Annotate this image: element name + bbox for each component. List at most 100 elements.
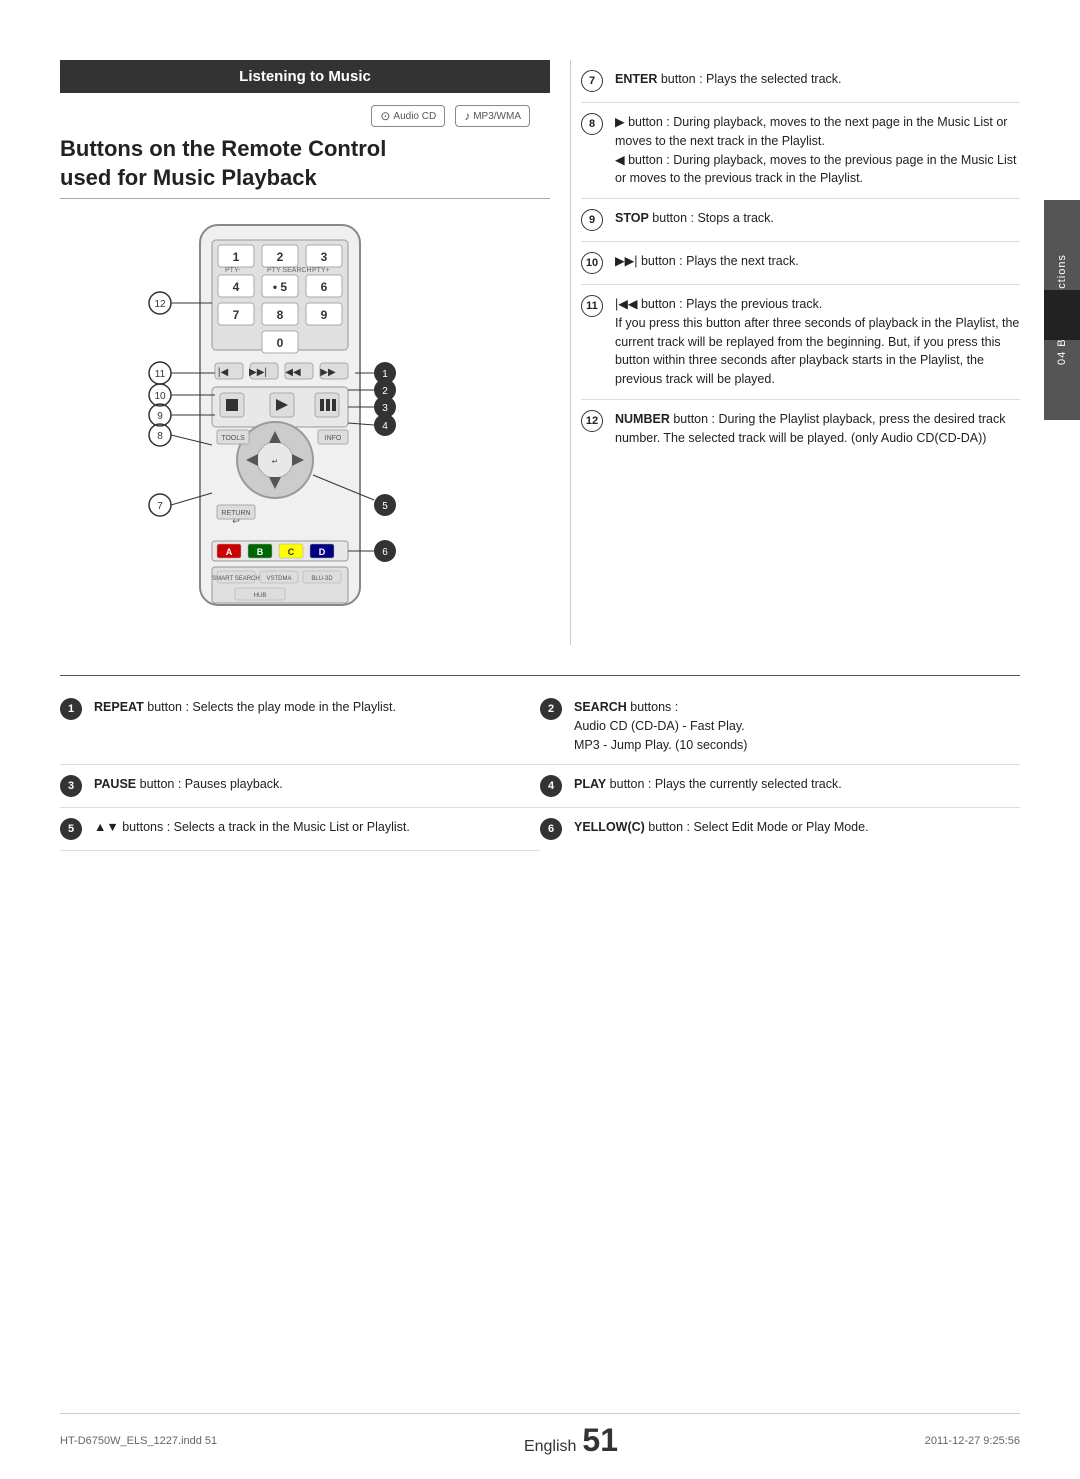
right-item-number: 10: [581, 252, 603, 274]
svg-text:0: 0: [277, 336, 284, 350]
bottom-items-container: 1 REPEAT button : Selects the play mode i…: [60, 688, 1020, 851]
bottom-item: 5 ▲▼ buttons : Selects a track in the Mus…: [60, 808, 540, 851]
footer-left: HT-D6750W_ELS_1227.indd 51: [60, 1435, 217, 1447]
right-item: 9 STOP button : Stops a track.: [581, 199, 1020, 242]
bottom-item: 2 SEARCH buttons :Audio CD (CD-DA) - Fast…: [540, 688, 1020, 765]
section-header: Listening to Music: [60, 60, 550, 93]
footer-language: English: [524, 1438, 576, 1456]
svg-text:2: 2: [382, 386, 388, 397]
right-item: 12 NUMBER button : During the Playlist pl…: [581, 400, 1020, 458]
right-item-text: ENTER button : Plays the selected track.: [615, 70, 1020, 89]
right-item-text: ▶▶| button : Plays the next track.: [615, 252, 1020, 271]
bottom-item-number: 5: [60, 818, 82, 840]
footer: HT-D6750W_ELS_1227.indd 51 English 51 20…: [60, 1413, 1020, 1459]
svg-text:8: 8: [277, 308, 284, 322]
top-section: Listening to Music ⊙ Audio CD ♪ MP3/WMA …: [60, 60, 1020, 645]
bottom-item-number: 1: [60, 698, 82, 720]
bottom-item: 6 YELLOW(C) button : Select Edit Mode or …: [540, 808, 1020, 851]
svg-text:D: D: [319, 547, 326, 557]
remote-svg: 1 2 3 PTY- PTY SEARCH PTY+ 4 • 5: [60, 215, 540, 645]
bottom-item-text: ▲▼ buttons : Selects a track in the Musi…: [94, 818, 524, 837]
svg-text:A: A: [226, 547, 233, 557]
page-container: 04 Basic Functions Listening to Music ⊙ …: [0, 0, 1080, 1479]
bottom-item-number: 4: [540, 775, 562, 797]
left-column: Listening to Music ⊙ Audio CD ♪ MP3/WMA …: [60, 60, 550, 645]
right-item-text: STOP button : Stops a track.: [615, 209, 1020, 228]
svg-text:B: B: [257, 547, 264, 557]
bottom-item: 4 PLAY button : Plays the currently selec…: [540, 765, 1020, 808]
icons-row: ⊙ Audio CD ♪ MP3/WMA: [60, 105, 550, 127]
section-header-text: Listening to Music: [239, 68, 371, 85]
heading-line1: Buttons on the Remote Control: [60, 136, 386, 161]
svg-text:11: 11: [155, 369, 166, 380]
bottom-item-number: 2: [540, 698, 562, 720]
svg-text:▶▶|: ▶▶|: [249, 367, 267, 378]
svg-text:9: 9: [321, 308, 328, 322]
svg-text:3: 3: [321, 250, 328, 264]
svg-text:TOOLS: TOOLS: [221, 435, 245, 442]
svg-text:↩: ↩: [232, 516, 240, 526]
svg-text:HUB: HUB: [254, 593, 267, 599]
bottom-item-text: YELLOW(C) button : Select Edit Mode or P…: [574, 818, 1004, 837]
svg-text:4: 4: [382, 421, 388, 432]
mp3-label: MP3/WMA: [473, 111, 521, 122]
bottom-item: 1 REPEAT button : Selects the play mode i…: [60, 688, 540, 765]
heading-divider: [60, 198, 550, 199]
bottom-item-text: PLAY button : Plays the currently select…: [574, 775, 1004, 794]
right-items-container: 7 ENTER button : Plays the selected track…: [581, 60, 1020, 457]
right-item: 8▶ button : During playback, moves to th…: [581, 103, 1020, 199]
svg-text:PTY-: PTY-: [225, 267, 241, 274]
footer-right: 2011-12-27 9:25:56: [925, 1435, 1020, 1447]
heading-line2: used for Music Playback: [60, 165, 317, 190]
right-item: 7 ENTER button : Plays the selected track…: [581, 60, 1020, 103]
svg-text:PTY+: PTY+: [312, 267, 330, 274]
svg-text:4: 4: [233, 280, 240, 294]
svg-text:|◀: |◀: [218, 367, 229, 378]
svg-text:7: 7: [157, 501, 163, 512]
svg-text:◀◀: ◀◀: [285, 367, 301, 378]
svg-text:5: 5: [382, 501, 388, 512]
bottom-section: 1 REPEAT button : Selects the play mode i…: [60, 675, 1020, 851]
bottom-item-text: PAUSE button : Pauses playback.: [94, 775, 524, 794]
right-item-text: NUMBER button : During the Playlist play…: [615, 410, 1020, 448]
right-item: 11 |◀◀ button : Plays the previous track.…: [581, 285, 1020, 400]
svg-text:2: 2: [277, 250, 284, 264]
svg-text:1: 1: [233, 250, 240, 264]
svg-text:6: 6: [321, 280, 328, 294]
audio-cd-badge: ⊙ Audio CD: [371, 105, 445, 127]
bottom-item: 3PAUSE button : Pauses playback.: [60, 765, 540, 808]
main-heading: Buttons on the Remote Control used for M…: [60, 135, 550, 192]
right-item-number: 12: [581, 410, 603, 432]
svg-text:C: C: [288, 547, 295, 557]
svg-text:SMART SEARCH: SMART SEARCH: [212, 576, 259, 582]
bottom-item-number: 6: [540, 818, 562, 840]
svg-text:• 5: • 5: [273, 280, 288, 294]
svg-text:BLU-3D: BLU-3D: [311, 576, 333, 582]
svg-text:9: 9: [157, 411, 163, 422]
mp3-wma-badge: ♪ MP3/WMA: [455, 105, 530, 127]
mp3-icon: ♪: [464, 109, 470, 123]
svg-text:6: 6: [382, 547, 388, 558]
bottom-item-text: REPEAT button : Selects the play mode in…: [94, 698, 524, 717]
svg-text:3: 3: [382, 403, 388, 414]
remote-diagram: 1 2 3 PTY- PTY SEARCH PTY+ 4 • 5: [60, 215, 540, 645]
right-column: 7 ENTER button : Plays the selected track…: [570, 60, 1020, 645]
page-number-section: English 51: [524, 1422, 618, 1459]
right-item-text: |◀◀ button : Plays the previous track.If…: [615, 295, 1020, 389]
right-item: 10 ▶▶| button : Plays the next track.: [581, 242, 1020, 285]
audio-cd-label: Audio CD: [393, 111, 436, 122]
right-item-number: 7: [581, 70, 603, 92]
svg-text:8: 8: [157, 431, 163, 442]
svg-text:INFO: INFO: [325, 435, 342, 442]
svg-text:↵: ↵: [272, 457, 279, 466]
svg-text:10: 10: [154, 391, 166, 402]
right-item-number: 9: [581, 209, 603, 231]
side-tab-highlight: [1044, 290, 1080, 340]
right-item-number: 11: [581, 295, 603, 317]
right-item-number: 8: [581, 113, 603, 135]
svg-text:▶▶: ▶▶: [320, 367, 336, 378]
svg-text:PTY SEARCH: PTY SEARCH: [267, 267, 312, 274]
bottom-item-text: SEARCH buttons :Audio CD (CD-DA) - Fast …: [574, 698, 1004, 754]
svg-text:VSTDMA: VSTDMA: [266, 576, 291, 582]
audio-cd-icon: ⊙: [380, 109, 390, 123]
